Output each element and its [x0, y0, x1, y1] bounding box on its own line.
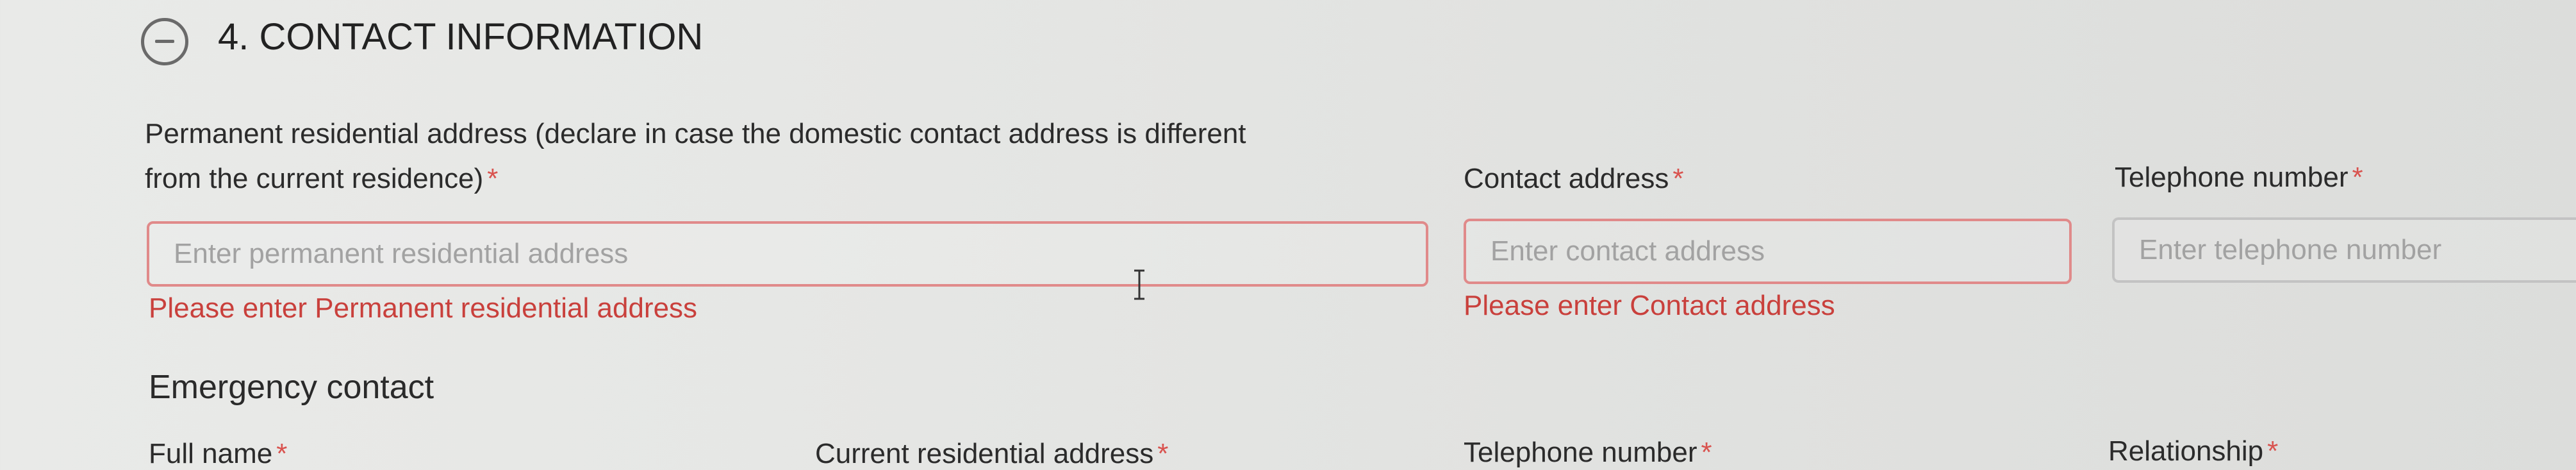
required-marker: *	[1157, 438, 1169, 469]
emergency-relationship-text: Relationship	[2108, 435, 2264, 467]
required-marker: *	[2267, 435, 2279, 467]
permanent-address-label-line1: Permanent residential address (declare i…	[145, 118, 1246, 149]
collapse-section-icon[interactable]	[141, 18, 188, 65]
contact-address-label: Contact address *	[1464, 163, 1684, 195]
telephone-placeholder: Enter telephone number	[2139, 234, 2442, 265]
emergency-fullname-text: Full name	[149, 438, 273, 469]
emergency-address-label: Current residential address *	[815, 438, 1168, 470]
emergency-fullname-label: Full name *	[149, 438, 287, 470]
contact-address-label-text: Contact address	[1464, 163, 1669, 194]
emergency-relationship-label: Relationship *	[2108, 435, 2278, 467]
emergency-contact-heading: Emergency contact	[149, 369, 434, 406]
emergency-telephone-label: Telephone number *	[1464, 437, 1712, 469]
permanent-address-label: Permanent residential address (declare i…	[145, 118, 1246, 150]
required-marker: *	[2352, 162, 2363, 193]
telephone-label-text: Telephone number	[2115, 162, 2349, 193]
permanent-address-error: Please enter Permanent residential addre…	[149, 292, 698, 324]
section-title: 4. CONTACT INFORMATION	[218, 16, 704, 58]
contact-address-error: Please enter Contact address	[1464, 290, 1835, 321]
permanent-address-input[interactable]: Enter permanent residential address	[147, 221, 1428, 287]
required-marker: *	[1701, 437, 1712, 468]
required-marker: *	[1672, 163, 1684, 194]
contact-address-placeholder: Enter contact address	[1490, 235, 1765, 267]
required-marker: *	[276, 438, 288, 469]
permanent-address-label-2: from the current residence) *	[145, 163, 498, 195]
emergency-address-text: Current residential address	[815, 438, 1154, 469]
emergency-telephone-text: Telephone number	[1464, 437, 1697, 468]
text-cursor-icon	[1134, 269, 1144, 300]
required-marker: *	[487, 163, 499, 194]
telephone-label: Telephone number *	[2115, 162, 2363, 194]
telephone-input[interactable]: Enter telephone number	[2112, 217, 2576, 283]
permanent-address-placeholder: Enter permanent residential address	[174, 238, 629, 269]
permanent-address-label-line2: from the current residence)	[145, 163, 484, 194]
contact-address-input[interactable]: Enter contact address	[1464, 219, 2072, 284]
